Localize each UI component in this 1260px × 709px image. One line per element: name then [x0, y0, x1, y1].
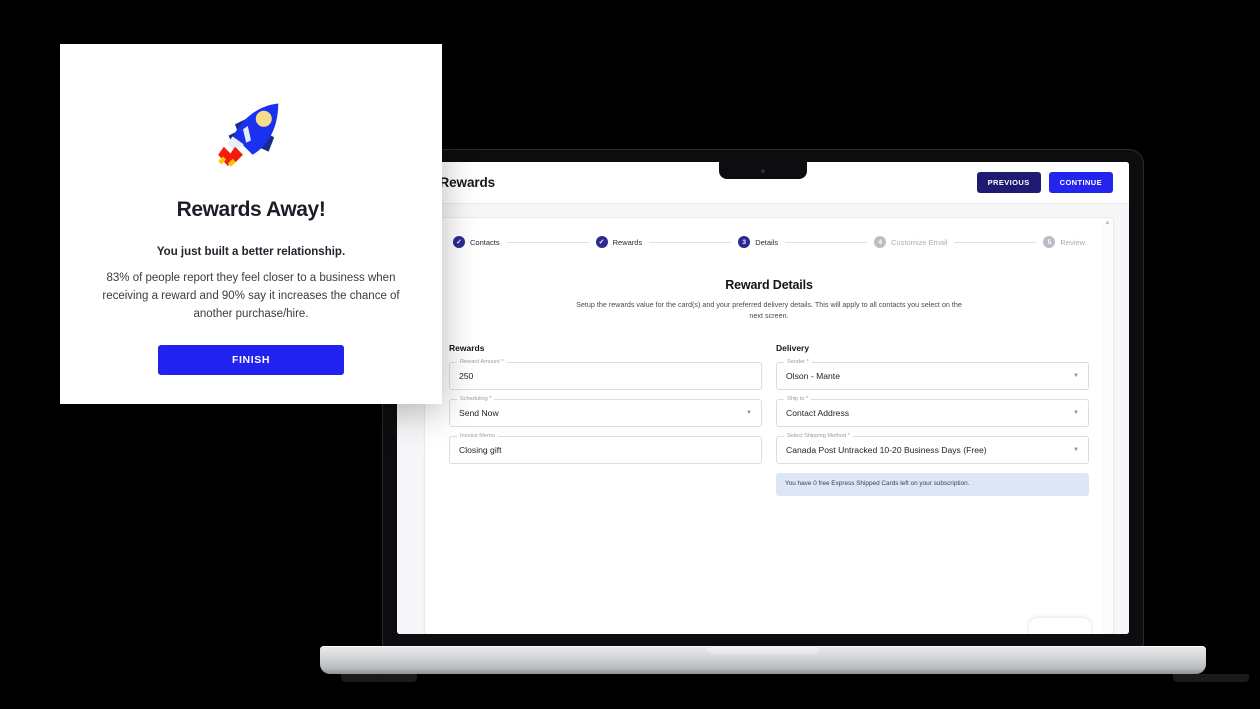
step-rewards[interactable]: ✓ Rewards [595, 236, 643, 248]
reward-amount-label: Reward Amount * [457, 359, 507, 366]
step-contacts[interactable]: ✓ Contacts [453, 236, 500, 248]
sender-value: Olson - Mante [786, 371, 840, 382]
shipping-method-value: Canada Post Untracked 10-20 Business Day… [786, 445, 987, 456]
step-contacts-label: Contacts [470, 237, 500, 247]
chevron-down-icon[interactable]: ▼ [740, 410, 752, 416]
reward-amount-field[interactable]: Reward Amount * 250 [449, 359, 762, 391]
rewards-away-modal: Rewards Away! You just built a better re… [60, 44, 442, 404]
wizard-stepper: ✓ Contacts ✓ Rewards 3 Details 4 Customi… [449, 236, 1089, 248]
scheduling-select[interactable]: Scheduling * Send Now ▼ [449, 396, 762, 428]
chevron-down-icon[interactable]: ▼ [1067, 373, 1079, 379]
step-review-icon: 5 [1043, 236, 1056, 248]
step-review-label: Review [1060, 237, 1085, 247]
ship-to-value: Contact Address [786, 408, 850, 419]
step-customize-email-label: Customize Email [891, 237, 948, 247]
step-details-label: Details [755, 237, 779, 247]
delivery-column-title: Delivery [776, 343, 810, 354]
step-connector [785, 241, 868, 243]
finish-button[interactable]: FINISH [158, 345, 344, 376]
rewards-column-title: Rewards [449, 343, 485, 354]
sender-label: Sender * [784, 359, 812, 366]
chat-widget[interactable] [1029, 618, 1091, 634]
continue-button[interactable]: CONTINUE [1048, 172, 1113, 193]
scroll-up-icon[interactable]: ▲ [1105, 220, 1111, 226]
modal-body-text: 83% of people report they feel closer to… [102, 272, 400, 320]
laptop-foot-left [341, 674, 417, 682]
laptop-mockup: Gift Rewards PREVIOUS CONTINUE ▲ ✓ Conta… [320, 150, 1249, 682]
chevron-down-icon[interactable]: ▼ [1067, 410, 1079, 416]
sender-select[interactable]: Sender * Olson - Mante ▼ [776, 359, 1089, 391]
content-card: ▲ ✓ Contacts ✓ Rewards 3 Details 4 Custo… [425, 218, 1113, 634]
chevron-down-icon[interactable]: ▼ [1067, 447, 1079, 453]
modal-subtitle: You just built a better relationship. [156, 246, 346, 258]
laptop-base-notch [707, 646, 819, 655]
step-connector [954, 241, 1037, 243]
step-contacts-icon: ✓ [453, 236, 465, 248]
step-customize-email-icon: 4 [874, 236, 887, 248]
delivery-column: Delivery Sender * Olson - Mante ▼ Ship t… [776, 343, 1089, 497]
modal-title: Rewards Away! [176, 198, 326, 221]
ship-to-label: Ship to * [784, 396, 812, 403]
reward-details-form: Rewards Reward Amount * 250 Scheduling *… [449, 343, 1089, 497]
step-rewards-icon: ✓ [595, 236, 608, 248]
content-scrollbar[interactable]: ▲ [1103, 218, 1112, 634]
shipping-method-select[interactable]: Select Shipping Method * Canada Post Unt… [776, 433, 1089, 465]
step-review[interactable]: 5 Review [1043, 236, 1085, 248]
section-heading: Reward Details Setup the rewards value f… [449, 278, 1089, 321]
app-window: Gift Rewards PREVIOUS CONTINUE ▲ ✓ Conta… [397, 162, 1129, 634]
step-rewards-label: Rewards [612, 237, 643, 247]
laptop-lid: Gift Rewards PREVIOUS CONTINUE ▲ ✓ Conta… [383, 150, 1143, 647]
step-connector [506, 241, 589, 243]
rewards-column: Rewards Reward Amount * 250 Scheduling *… [449, 343, 762, 496]
reward-details-description: Setup the rewards value for the card(s) … [576, 300, 962, 321]
reward-amount-value: 250 [459, 371, 474, 382]
shipping-method-label: Select Shipping Method * [784, 433, 853, 440]
step-details-icon: 3 [738, 236, 751, 248]
invoice-memo-label: Invoice Memo [457, 433, 498, 440]
step-connector [649, 241, 732, 243]
rocket-icon [218, 103, 279, 167]
scheduling-value: Send Now [459, 408, 499, 419]
invoice-memo-field[interactable]: Invoice Memo Closing gift [449, 433, 762, 465]
scheduling-label: Scheduling * [457, 396, 495, 403]
laptop-screen: Gift Rewards PREVIOUS CONTINUE ▲ ✓ Conta… [397, 162, 1129, 634]
express-cards-notice: You have 0 free Express Shipped Cards le… [776, 473, 1089, 497]
invoice-memo-value: Closing gift [459, 445, 502, 456]
previous-button[interactable]: PREVIOUS [976, 172, 1041, 193]
reward-details-title: Reward Details [725, 278, 813, 292]
laptop-foot-right [1173, 674, 1249, 682]
laptop-base [320, 646, 1206, 674]
ship-to-select[interactable]: Ship to * Contact Address ▼ [776, 396, 1089, 428]
step-customize-email[interactable]: 4 Customize Email [874, 236, 947, 248]
app-page: ▲ ✓ Contacts ✓ Rewards 3 Details 4 Custo… [397, 204, 1129, 634]
webcam-notch [719, 162, 807, 179]
topbar-actions: PREVIOUS CONTINUE [976, 172, 1113, 193]
webcam-icon [761, 169, 765, 173]
step-details[interactable]: 3 Details [738, 236, 778, 248]
